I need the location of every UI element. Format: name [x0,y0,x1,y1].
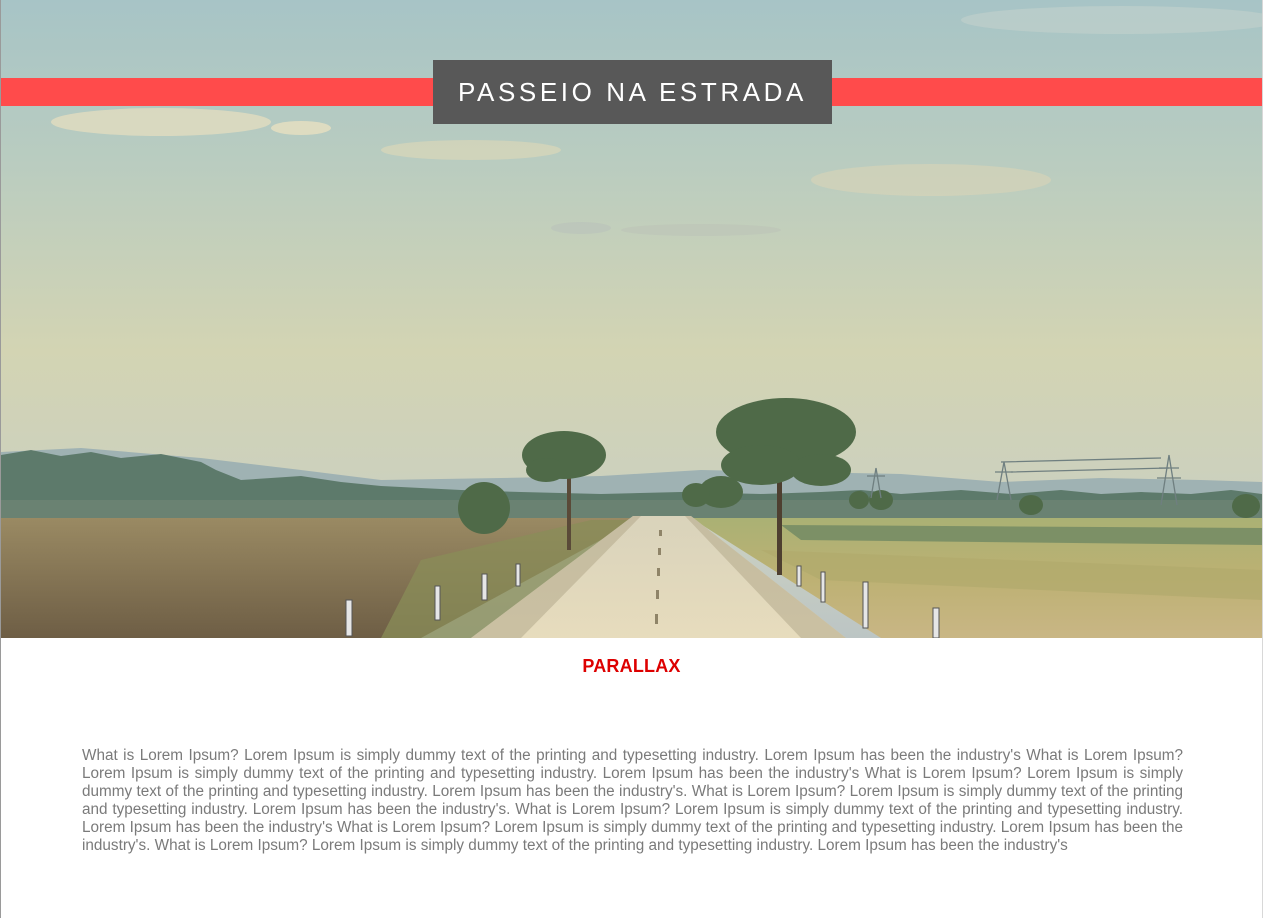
section-heading: PARALLAX [582,656,681,676]
page: PASSEIO NA ESTRADA PARALLAX What is Lore… [0,0,1263,918]
section-paragraph: What is Lorem Ipsum? Lorem Ipsum is simp… [82,747,1183,854]
hero-title: PASSEIO NA ESTRADA [433,60,832,124]
